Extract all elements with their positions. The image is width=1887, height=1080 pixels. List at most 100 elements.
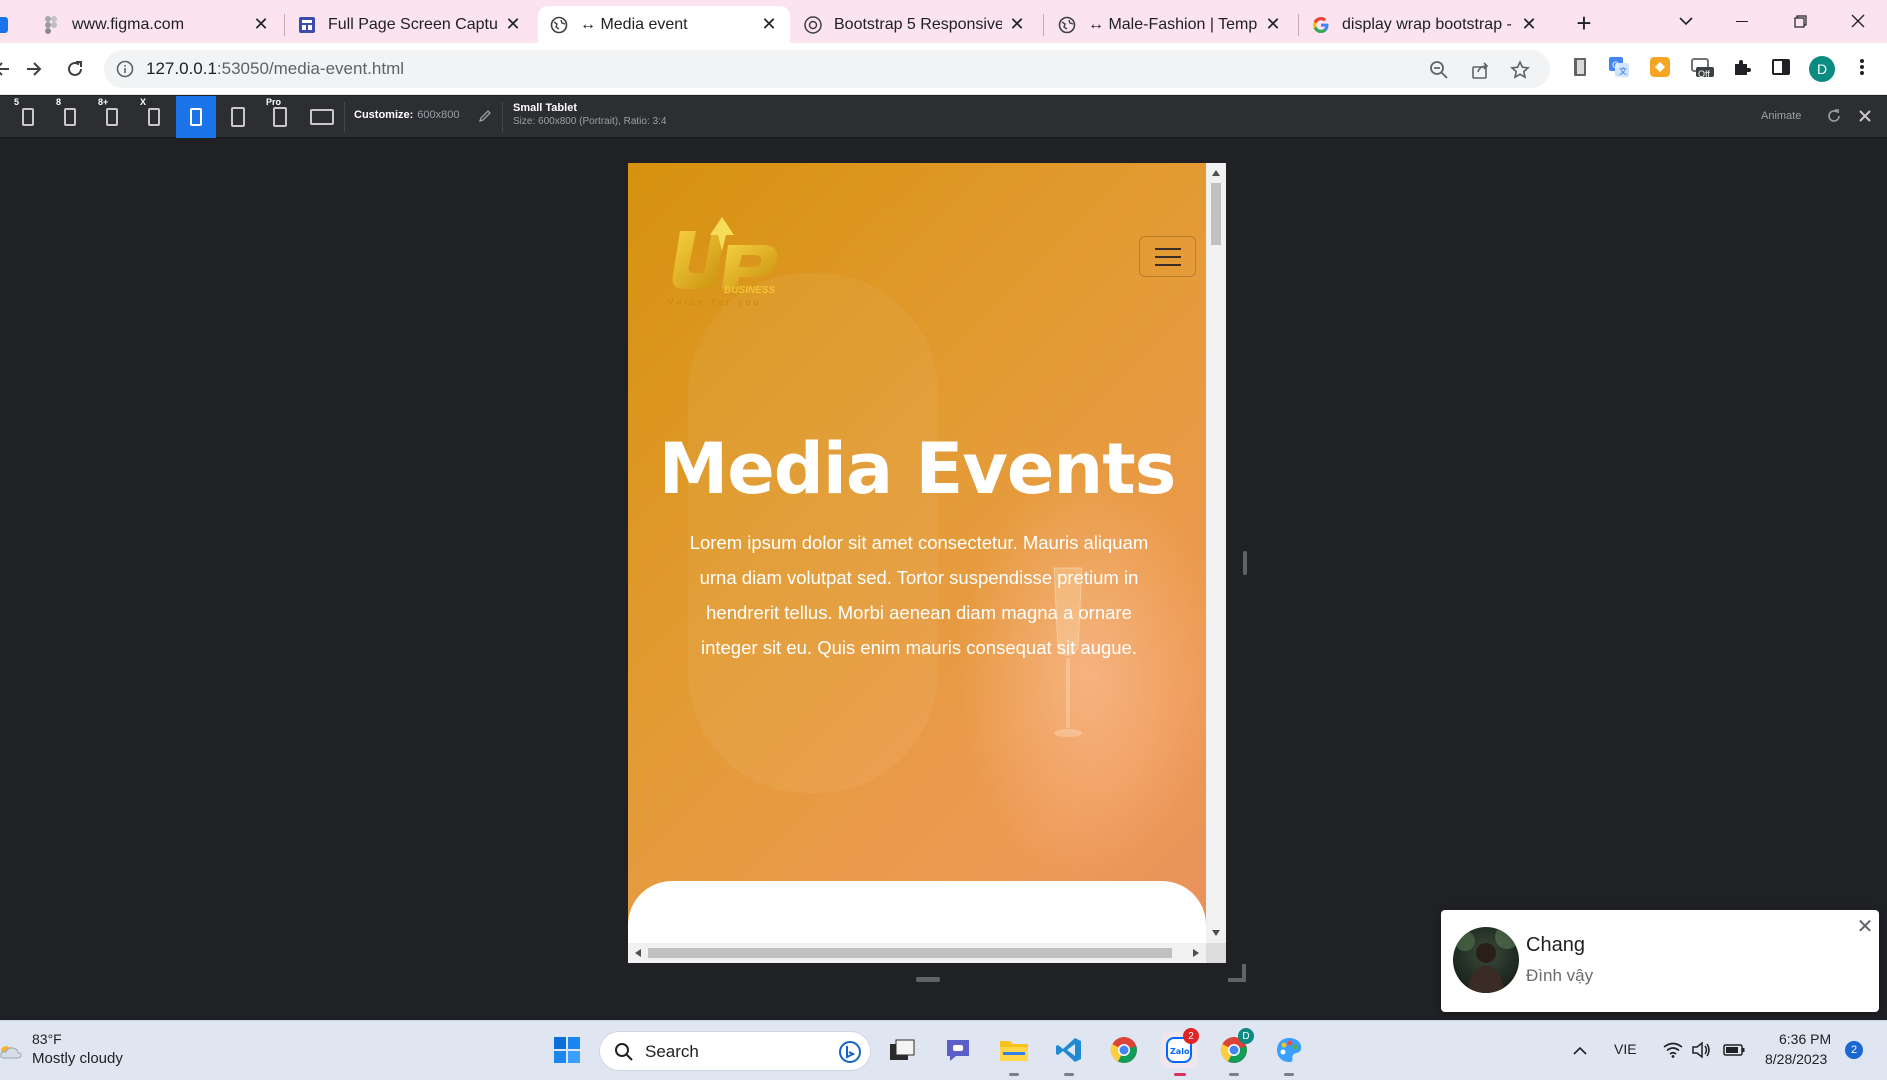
tab-google-search[interactable]: display wrap bootstrap - G ✕	[1300, 6, 1550, 43]
google-icon	[1312, 16, 1330, 34]
rotate-icon[interactable]	[1825, 107, 1843, 125]
profile-avatar[interactable]: D	[1809, 56, 1835, 82]
contact-avatar	[1453, 927, 1519, 993]
animate-toggle[interactable]: Animate	[1761, 110, 1801, 122]
vertical-scrollbar[interactable]	[1206, 163, 1226, 943]
teams-chat-button[interactable]	[940, 1032, 976, 1068]
chat-notification[interactable]: Chang Đình vậy ✕	[1441, 910, 1879, 1012]
volume-icon[interactable]	[1683, 1032, 1719, 1068]
taskbar-search[interactable]: Search	[599, 1031, 871, 1071]
file-explorer-button[interactable]	[996, 1032, 1032, 1068]
bing-icon[interactable]	[838, 1040, 862, 1064]
tab-title: Full Page Screen Capture	[328, 15, 498, 33]
hamburger-icon-line	[1154, 263, 1181, 266]
resize-handle-bottom[interactable]	[916, 977, 940, 982]
chrome-button[interactable]	[1106, 1032, 1142, 1068]
device-iphone-8[interactable]: 8	[50, 96, 90, 138]
pencil-icon[interactable]	[478, 109, 492, 123]
site-info-icon[interactable]	[116, 60, 134, 78]
forward-button[interactable]	[18, 53, 50, 85]
menu-kebab-icon[interactable]	[1850, 55, 1874, 79]
minimize-button[interactable]	[1720, 6, 1764, 36]
close-icon[interactable]: ✕	[1855, 916, 1875, 938]
extension-capture-icon[interactable]: Off	[1690, 55, 1714, 79]
bookmark-star-icon[interactable]	[1509, 59, 1531, 81]
scroll-up-arrow-icon[interactable]	[1212, 170, 1220, 176]
address-bar[interactable]: 127.0.0.1:53050/media-event.html	[104, 50, 1550, 88]
zoom-icon[interactable]	[1428, 59, 1450, 81]
phone-icon	[22, 108, 34, 126]
tab-title: display wrap bootstrap - G	[1342, 15, 1514, 33]
scroll-right-arrow-icon[interactable]	[1193, 949, 1199, 957]
scroll-left-arrow-icon[interactable]	[635, 949, 641, 957]
device-desktop[interactable]	[302, 96, 342, 138]
tab-bootstrap[interactable]: Bootstrap 5 Responsive De ✕	[792, 6, 1038, 43]
extension-book-icon[interactable]	[1568, 55, 1592, 79]
back-button[interactable]	[0, 53, 18, 85]
paint-button[interactable]	[1271, 1032, 1307, 1068]
menu-toggle-button[interactable]	[1139, 236, 1196, 277]
device-name: Small Tablet	[513, 102, 577, 114]
close-device-toolbar-icon[interactable]	[1856, 107, 1874, 125]
chatgpt-icon	[804, 15, 822, 34]
battery-icon[interactable]	[1716, 1032, 1752, 1068]
clock-time[interactable]: 6:36 PM	[1779, 1031, 1831, 1047]
vscode-button[interactable]	[1051, 1032, 1087, 1068]
google-translate-icon[interactable]: G文	[1607, 55, 1631, 79]
show-hidden-icons-button[interactable]	[1562, 1032, 1598, 1068]
tab-title: ↔ Male-Fashion | Templat	[1088, 15, 1258, 33]
share-icon[interactable]	[1469, 59, 1491, 81]
tab-search-button[interactable]	[1664, 6, 1708, 36]
extension-orange-icon[interactable]	[1648, 55, 1672, 79]
device-small-tablet[interactable]	[176, 96, 216, 138]
close-tab-icon[interactable]: ✕	[504, 14, 522, 34]
device-iphone-x[interactable]: X	[134, 96, 174, 138]
close-tab-icon[interactable]: ✕	[1520, 14, 1538, 34]
tab-male-fashion[interactable]: ↔ Male-Fashion | Templat ✕	[1046, 6, 1294, 43]
tab-title: www.figma.com	[72, 15, 185, 33]
scrollbar-thumb[interactable]	[648, 948, 1172, 958]
notification-center-badge[interactable]: 2	[1845, 1041, 1863, 1059]
device-tablet[interactable]	[218, 96, 258, 138]
back-arrow-icon	[0, 62, 9, 76]
zalo-button[interactable]: Zalo 2	[1161, 1028, 1199, 1068]
side-panel-icon[interactable]	[1769, 55, 1793, 79]
start-button[interactable]	[549, 1032, 585, 1068]
tab-partial[interactable]	[0, 6, 8, 43]
resize-handle-right[interactable]	[1243, 551, 1247, 575]
horizontal-scrollbar[interactable]	[628, 943, 1206, 963]
weather-widget[interactable]: 83°F Mostly cloudy	[0, 1031, 150, 1071]
extensions-puzzle-icon[interactable]	[1730, 55, 1754, 79]
restore-button[interactable]	[1778, 6, 1822, 36]
svg-text:G: G	[1612, 61, 1619, 71]
device-size: Size: 600x800 (Portrait), Ratio: 3:4	[513, 116, 667, 127]
close-tab-icon[interactable]: ✕	[252, 14, 270, 34]
url-text[interactable]: 127.0.0.1:53050/media-event.html	[146, 59, 404, 79]
tab-media-event[interactable]: ↔ Media event ✕	[538, 6, 790, 43]
close-tab-icon[interactable]: ✕	[1264, 14, 1282, 34]
task-view-button[interactable]	[884, 1032, 920, 1068]
notification-badge: 2	[1183, 1028, 1199, 1044]
device-label: X	[140, 97, 147, 107]
close-tab-icon[interactable]: ✕	[1008, 14, 1026, 34]
device-iphone-8-plus[interactable]: 8+	[92, 96, 132, 138]
close-tab-icon[interactable]: ✕	[760, 14, 778, 34]
tab-figma[interactable]: www.figma.com ✕	[30, 6, 282, 43]
running-indicator	[1229, 1073, 1239, 1076]
reload-button[interactable]	[59, 53, 91, 85]
logo-tagline: Value for you	[668, 297, 762, 306]
new-tab-button[interactable]: +	[1568, 8, 1600, 38]
hero-section: BUSINESS Value for you Media Events Lore…	[628, 163, 1206, 943]
customize-size[interactable]: Customize: 600x800	[354, 109, 460, 121]
chrome-profile-button[interactable]: D	[1216, 1028, 1254, 1068]
close-window-button[interactable]	[1836, 6, 1880, 36]
resize-handle-corner[interactable]	[1228, 964, 1246, 982]
device-tablet-pro[interactable]: Pro	[260, 96, 300, 138]
clock-date[interactable]: 8/28/2023	[1765, 1051, 1827, 1067]
scroll-down-arrow-icon[interactable]	[1212, 930, 1220, 936]
device-iphone-5[interactable]: 5	[8, 96, 48, 138]
tab-title: Bootstrap 5 Responsive De	[834, 15, 1002, 33]
tab-full-page-capture[interactable]: Full Page Screen Capture ✕	[286, 6, 534, 43]
scrollbar-thumb[interactable]	[1211, 183, 1221, 245]
input-language[interactable]: VIE	[1614, 1041, 1637, 1057]
